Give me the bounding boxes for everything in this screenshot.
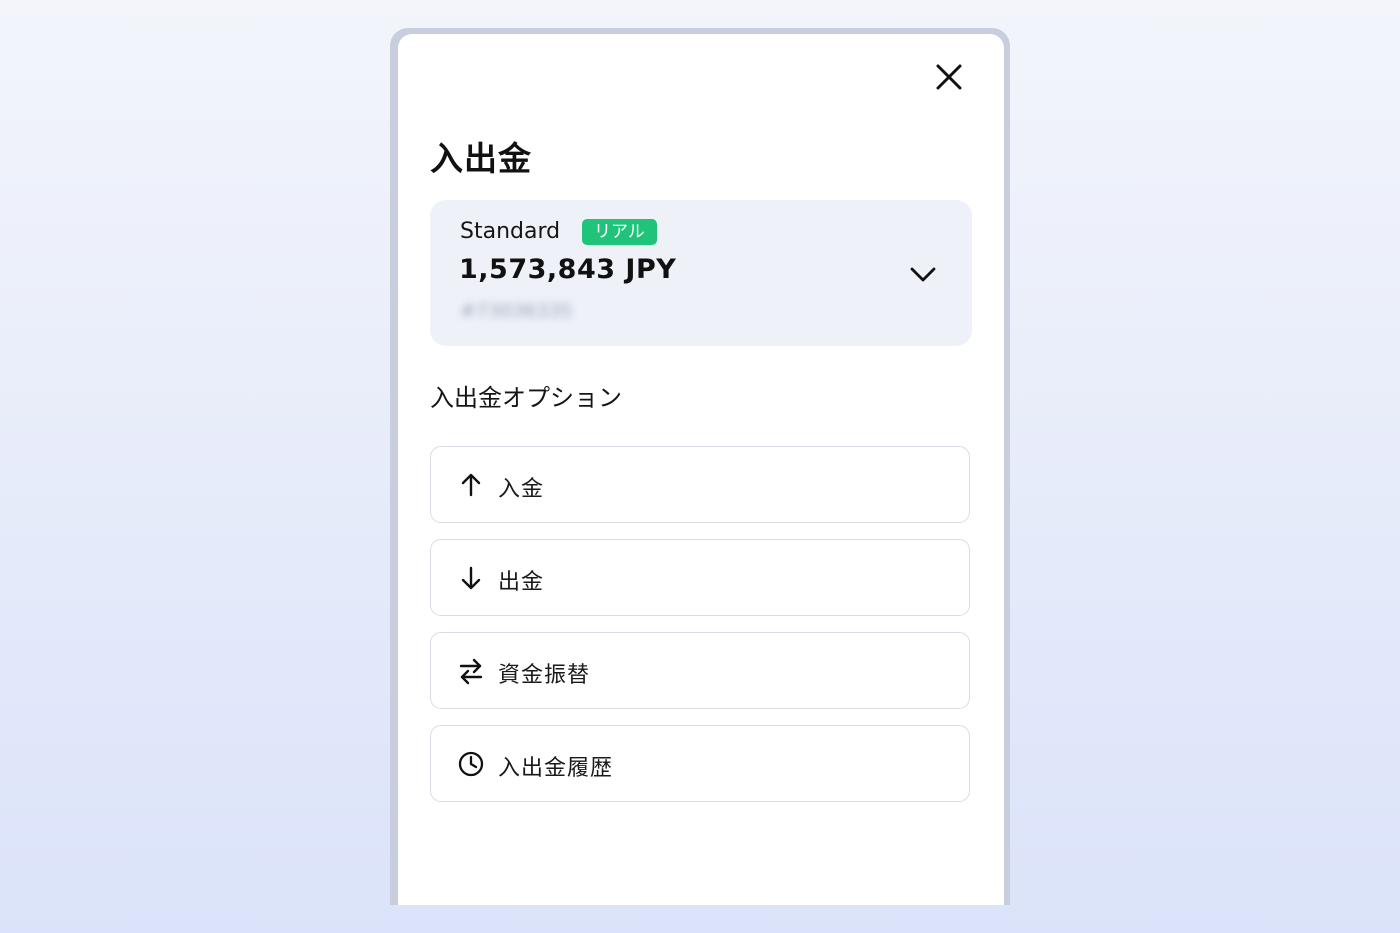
account-balance: 1,573,843 JPY <box>459 254 677 285</box>
close-icon <box>936 64 962 90</box>
chevron-down-icon[interactable] <box>908 259 938 289</box>
history-label: 入出金履歴 <box>498 756 614 781</box>
withdraw-label: 出金 <box>498 570 545 595</box>
clock-icon <box>458 751 484 777</box>
account-badge: リアル <box>582 219 657 245</box>
deposit-label: 入金 <box>498 477 545 502</box>
transfer-button[interactable]: 資金振替 <box>430 632 970 709</box>
close-button[interactable] <box>928 56 970 98</box>
account-selector[interactable]: Standard リアル 1,573,843 JPY #73036335 <box>430 200 972 346</box>
arrow-down-icon <box>461 566 481 590</box>
options-heading: 入出金オプション <box>430 384 622 412</box>
transfer-label: 資金振替 <box>498 663 591 688</box>
history-button[interactable]: 入出金履歴 <box>430 725 970 802</box>
account-number: #73036335 <box>460 300 573 322</box>
withdraw-button[interactable]: 出金 <box>430 539 970 616</box>
funds-modal: 入出金 Standard リアル 1,573,843 JPY #73036335… <box>398 34 1004 905</box>
transfer-arrows-icon <box>459 658 483 685</box>
deposit-button[interactable]: 入金 <box>430 446 970 523</box>
page-title: 入出金 <box>430 139 532 178</box>
arrow-up-icon <box>461 473 481 497</box>
account-type: Standard <box>460 219 561 244</box>
